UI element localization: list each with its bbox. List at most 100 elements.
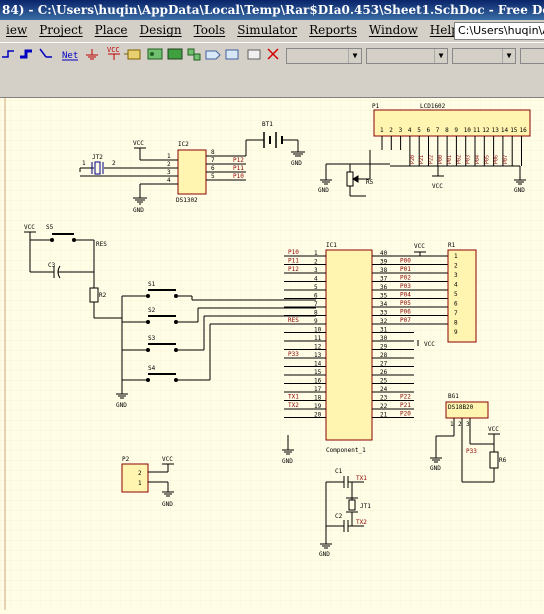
ic1-net: P06 (400, 309, 411, 316)
switch-label: S2 (148, 307, 156, 314)
r6-ref: R6 (499, 457, 507, 464)
menu-project[interactable]: Project (33, 20, 88, 42)
ic1-pin: 15 (314, 369, 322, 376)
ic1-body[interactable] (325, 249, 373, 441)
ic1-ref: IC1 (326, 242, 337, 249)
ic1-pin: 37 (380, 276, 388, 283)
ic1-net: P22 (400, 394, 411, 401)
zoom-combo[interactable]: ▼ (452, 48, 516, 64)
p1-pin: 3 (399, 127, 403, 134)
menu-window[interactable]: Window (363, 20, 424, 42)
ic1-pin: 22 (380, 403, 388, 410)
extra-combo[interactable] (520, 48, 544, 64)
menu-simulator[interactable]: Simulator (231, 20, 303, 42)
p1-net: P22 (429, 155, 435, 164)
r1-pin: 8 (454, 320, 458, 327)
schematic-canvas[interactable]: JT2 1 2 VCC GND IC2 DS1302 1 2 3 4 8 7 6… (0, 98, 544, 610)
ic1-net: P20 (400, 411, 411, 418)
device-sheet-icon[interactable] (187, 48, 201, 61)
gnd-port-icon[interactable] (86, 49, 98, 60)
ic1-pin: 34 (380, 301, 388, 308)
bg1-ref: BG1 (448, 393, 459, 400)
ic2-ref: IC2 (178, 141, 189, 148)
svg-text:VCC: VCC (488, 426, 499, 433)
net-label-icon[interactable]: Net (62, 51, 78, 61)
bus-entry-icon[interactable] (39, 48, 52, 58)
ic1-pin: 17 (314, 386, 322, 393)
wire-icon[interactable] (2, 50, 14, 58)
ic1-net: P02 (400, 275, 411, 282)
document-path-field[interactable]: C:\Users\huqin\AppDa (454, 22, 544, 40)
jt1-ref: JT1 (360, 503, 371, 510)
ic1-pin: 36 (380, 284, 388, 291)
svg-text:GND: GND (116, 402, 127, 409)
p1-net: P06 (494, 155, 500, 164)
ic1-pin: 33 (380, 310, 388, 317)
c2-ref: C2 (335, 513, 343, 520)
ic1-pin: 5 (314, 284, 318, 291)
chevron-down-icon: ▼ (502, 49, 515, 63)
port-icon[interactable] (205, 50, 221, 60)
ic1-pin: 6 (314, 293, 318, 300)
no-connect-icon[interactable] (267, 48, 279, 60)
menu-tools[interactable]: Tools (188, 20, 232, 42)
svg-text:5: 5 (211, 173, 215, 180)
svg-text:GND: GND (133, 207, 144, 214)
ic1-pin: 10 (314, 327, 322, 334)
sheet-entry-icon[interactable] (167, 48, 183, 60)
p1-pin: 5 (417, 127, 421, 134)
ic1-pin: 23 (380, 395, 388, 402)
c1-ref: C1 (335, 468, 343, 475)
ic1-net: TX1 (288, 394, 299, 401)
menu-design[interactable]: Design (134, 20, 188, 42)
ic1-pin: 32 (380, 318, 388, 325)
p1-pin: 15 (510, 127, 518, 134)
ic1-net: P21 (400, 402, 411, 409)
ic1-pin: 26 (380, 369, 388, 376)
no-erc-icon[interactable] (247, 49, 261, 60)
ic1-pin: 31 (380, 327, 388, 334)
ic1-net: P12 (288, 266, 299, 273)
ic1-net: P04 (400, 292, 411, 299)
menu-reports[interactable]: Reports (303, 20, 363, 42)
resistor-pack-r1[interactable] (447, 249, 477, 343)
sheet-symbol-icon[interactable] (147, 48, 163, 60)
svg-text:VCC: VCC (24, 224, 35, 231)
r1-pin: 5 (454, 291, 458, 298)
filter-combo[interactable]: ▼ (286, 48, 362, 64)
ic2-body[interactable] (177, 149, 207, 195)
p1-pin: 6 (427, 127, 431, 134)
vcc-port-icon[interactable]: VCC (107, 46, 120, 60)
r1-ref: R1 (448, 242, 456, 249)
p1-net: P05 (484, 155, 490, 164)
switch-label: S1 (148, 281, 156, 288)
ic1-pin: 18 (314, 395, 322, 402)
p1-net: P21 (419, 155, 425, 164)
svg-text:GND: GND (282, 458, 293, 465)
r5-ref: R5 (366, 179, 374, 186)
part-icon[interactable] (124, 49, 141, 60)
svg-text:GND: GND (162, 501, 173, 508)
jt2-ref: JT2 (92, 154, 103, 161)
window-title: 84) - C:\Users\huqin\AppData\Local\Temp\… (0, 0, 544, 20)
ic1-pin: 2 (314, 259, 318, 266)
p1-name: LCD1602 (420, 103, 446, 110)
c3-ref: C3 (48, 262, 56, 269)
p1-pin: 7 (436, 127, 440, 134)
variant-combo[interactable]: ▼ (366, 48, 448, 64)
p1-pin: 2 (389, 127, 393, 134)
svg-text:1: 1 (167, 153, 171, 160)
menu-place[interactable]: Place (89, 20, 134, 42)
ic1-pin: 27 (380, 361, 388, 368)
svg-text:2: 2 (458, 421, 462, 428)
p1-net: P04 (475, 155, 481, 164)
off-sheet-connector-icon[interactable] (225, 49, 239, 60)
r1-pin: 3 (454, 272, 458, 279)
switch-label: S3 (148, 335, 156, 342)
p1-pin: 10 (464, 127, 472, 134)
power-connector-p2[interactable] (121, 463, 149, 493)
tx2-net: TX2 (356, 519, 367, 526)
ic1-pin: 12 (314, 344, 322, 351)
menu-view[interactable]: iew (0, 20, 33, 42)
bus-icon[interactable] (20, 49, 32, 59)
